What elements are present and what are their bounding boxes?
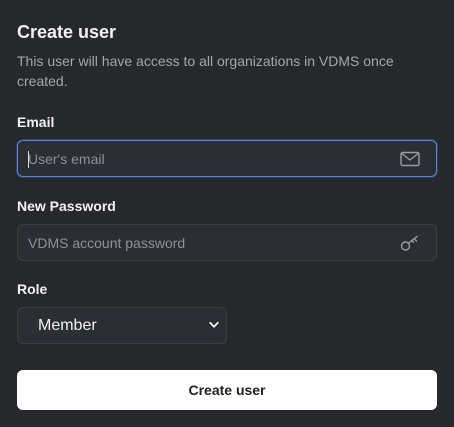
page-title: Create user bbox=[17, 22, 117, 42]
role-select-value: Member bbox=[38, 317, 97, 334]
email-label: Email bbox=[17, 114, 55, 130]
create-user-panel: Create user This user will have access t… bbox=[0, 0, 454, 427]
password-field[interactable] bbox=[18, 225, 436, 260]
create-user-button[interactable]: Create user bbox=[17, 370, 437, 410]
role-select[interactable]: Member bbox=[17, 307, 227, 344]
text-cursor bbox=[28, 151, 29, 168]
password-field-wrapper bbox=[17, 224, 437, 261]
key-icon bbox=[400, 235, 418, 251]
email-field-wrapper bbox=[17, 140, 437, 177]
role-label: Role bbox=[17, 281, 48, 297]
password-label: New Password bbox=[17, 198, 116, 214]
chevron-down-icon bbox=[209, 321, 219, 328]
page-description: This user will have access to all organi… bbox=[17, 53, 394, 89]
email-field[interactable] bbox=[18, 141, 436, 176]
envelope-icon bbox=[400, 151, 420, 167]
